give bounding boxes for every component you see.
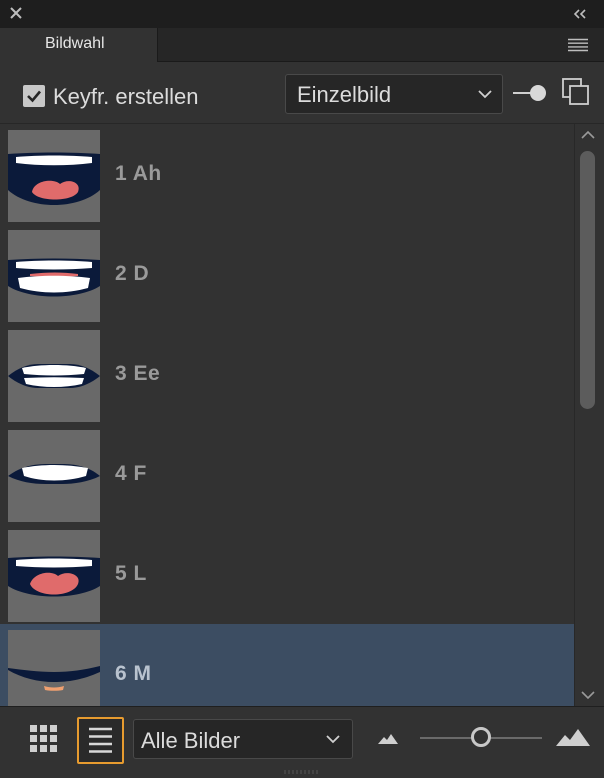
- list-item-label: 1 Ah: [115, 162, 162, 185]
- list-view-icon: [89, 727, 112, 753]
- list-item-label: 4 F: [115, 462, 147, 485]
- double-chevron-left-icon[interactable]: [572, 7, 588, 21]
- pin-icon[interactable]: [512, 82, 548, 104]
- list-item-label: 6 M: [115, 662, 152, 685]
- keyframe-checkbox-label[interactable]: Keyfr. erstellen: [53, 84, 199, 110]
- options-row: Keyfr. erstellen Einzelbild: [0, 62, 604, 124]
- list-item-label: 3 Ee: [115, 362, 161, 385]
- list-item-label: 5 L: [115, 562, 147, 585]
- tab-bar: Bildwahl: [0, 28, 604, 62]
- list-item-selected[interactable]: 6 M: [0, 624, 574, 706]
- list-item[interactable]: 4 F: [0, 424, 574, 524]
- keyframe-checkbox[interactable]: [23, 85, 45, 107]
- list-item[interactable]: 5 L: [0, 524, 574, 624]
- bottom-toolbar: Alle Bilder: [0, 706, 604, 768]
- chevron-down-icon: [326, 735, 340, 744]
- list-view-button[interactable]: [77, 717, 124, 764]
- copy-icon[interactable]: [561, 77, 591, 107]
- mouth-thumbnail: [8, 230, 100, 322]
- tab-label: Bildwahl: [45, 35, 105, 52]
- hamburger-menu-icon[interactable]: [568, 38, 588, 52]
- slider-knob[interactable]: [471, 727, 491, 747]
- mouth-thumbnail: [8, 130, 100, 222]
- grid-view-icon: [30, 725, 57, 752]
- filter-dropdown-value: Alle Bilder: [141, 728, 241, 753]
- filter-dropdown[interactable]: Alle Bilder: [133, 719, 353, 759]
- mode-dropdown[interactable]: Einzelbild: [285, 74, 503, 114]
- grid-view-button[interactable]: [22, 717, 66, 759]
- checkmark-icon: [27, 90, 41, 103]
- panel-titlebar: [0, 0, 604, 28]
- close-icon[interactable]: [8, 5, 24, 21]
- list-item[interactable]: 2 D: [0, 224, 574, 324]
- mouth-thumbnail: [8, 630, 100, 706]
- list-scrollbar[interactable]: [574, 124, 600, 706]
- mouth-thumbnail: [8, 330, 100, 422]
- resize-grip-icon[interactable]: [283, 769, 319, 775]
- list-item[interactable]: 1 Ah: [0, 124, 574, 224]
- chevron-down-icon: [478, 90, 492, 99]
- small-mountain-icon[interactable]: [377, 731, 399, 745]
- scrollbar-thumb[interactable]: [580, 151, 595, 409]
- list-item-label: 2 D: [115, 262, 150, 285]
- frame-list: 1 Ah 2 D 3 Ee 4 F 5 L 6 M: [0, 124, 574, 706]
- list-item[interactable]: 3 Ee: [0, 324, 574, 424]
- chevron-down-icon[interactable]: [581, 690, 595, 700]
- mode-dropdown-value: Einzelbild: [297, 82, 392, 107]
- mouth-thumbnail: [8, 530, 100, 622]
- large-mountain-icon[interactable]: [555, 727, 591, 747]
- tab-bildwahl[interactable]: Bildwahl: [0, 28, 158, 62]
- frame-picker-panel: Bildwahl Keyfr. erstellen Einzelbild 1 A…: [0, 0, 604, 778]
- chevron-up-icon[interactable]: [581, 130, 595, 140]
- mouth-thumbnail: [8, 430, 100, 522]
